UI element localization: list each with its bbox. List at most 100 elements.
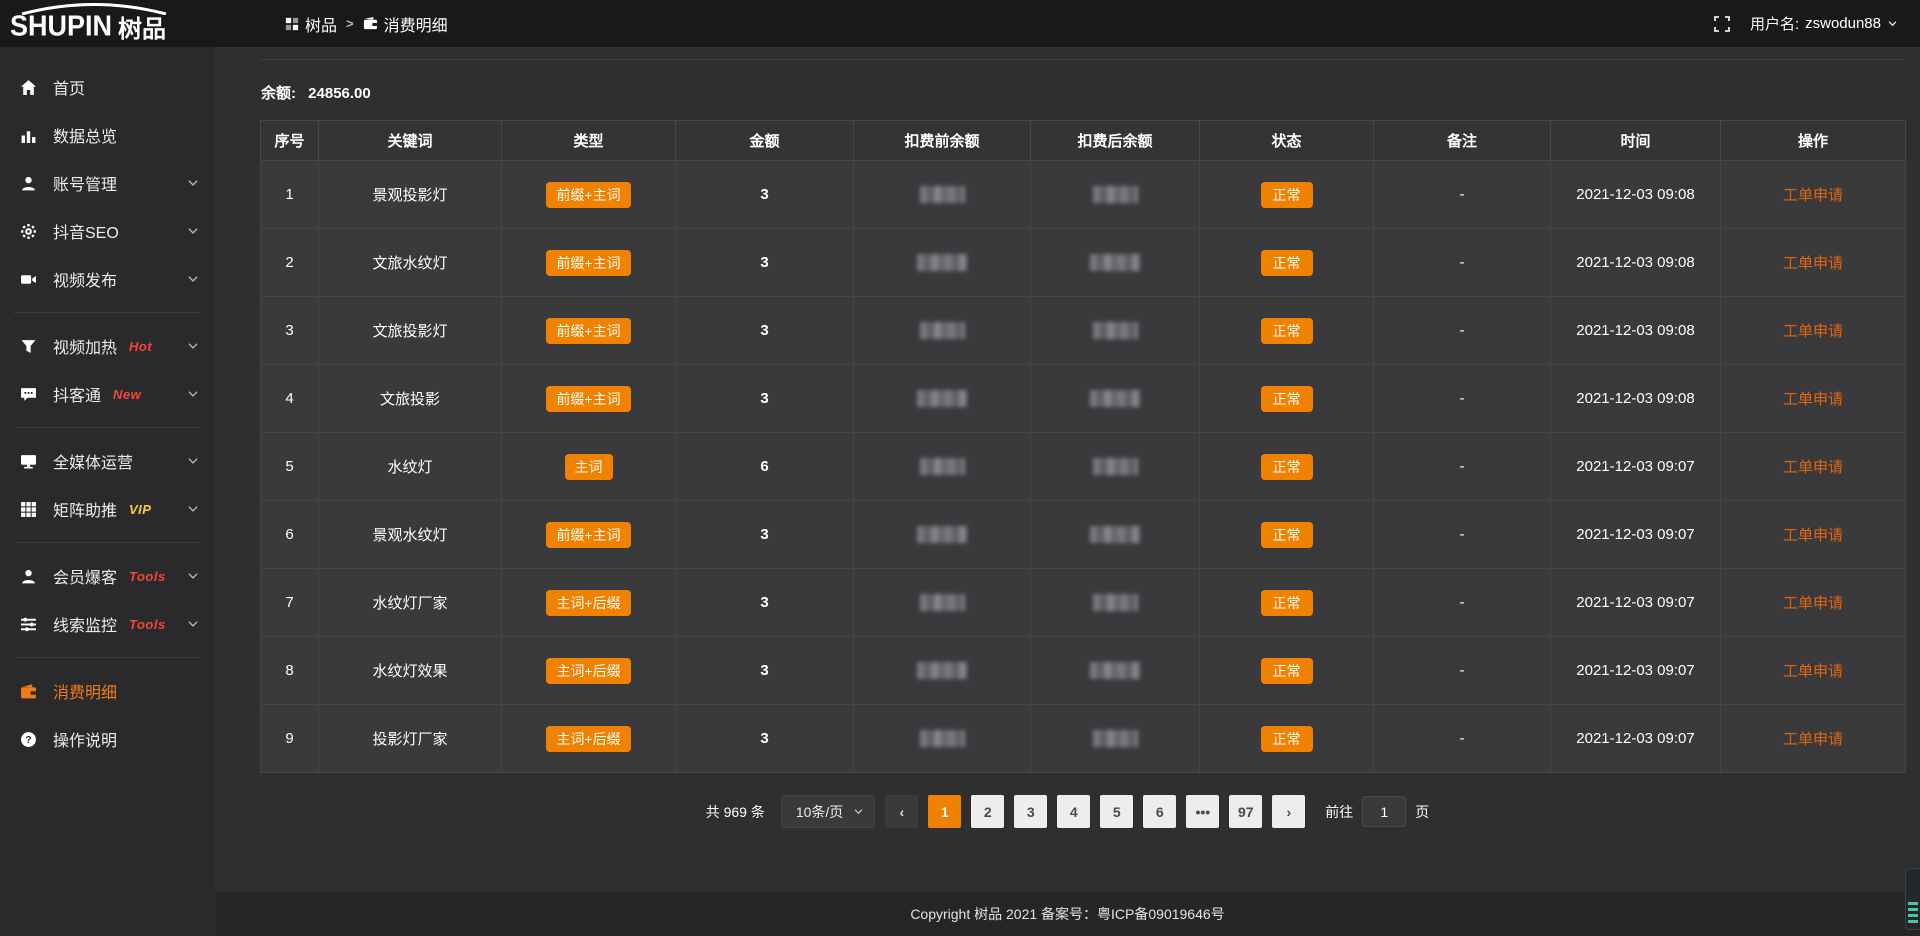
column-header-1: 关键词 — [319, 121, 502, 161]
ticket-apply-link[interactable]: 工单申请 — [1783, 731, 1843, 748]
monitor-icon — [20, 453, 38, 470]
ticket-apply-link[interactable]: 工单申请 — [1783, 527, 1843, 544]
app-grid-icon — [285, 17, 299, 31]
fullscreen-icon[interactable] — [1714, 16, 1730, 32]
ticket-apply-link[interactable]: 工单申请 — [1783, 323, 1843, 340]
sidebar-item-5[interactable]: 视频加热Hot — [0, 322, 215, 370]
svg-text:?: ? — [25, 735, 31, 746]
footer: Copyright 树品 2021 备案号：粤ICP备09019646号 — [215, 892, 1920, 936]
sidebar-item-12[interactable]: ?操作说明 — [0, 715, 215, 763]
sidebar-badge: Tools — [129, 617, 166, 632]
cell-keyword: 水纹灯厂家 — [319, 569, 502, 637]
sidebar-badge: Tools — [129, 569, 166, 584]
cell-type: 主词 — [502, 433, 676, 501]
cell-action: 工单申请 — [1721, 433, 1906, 501]
cell-keyword: 文旅投影灯 — [319, 297, 502, 365]
column-header-4: 扣费前余额 — [854, 121, 1031, 161]
sidebar-item-label: 视频发布 — [53, 267, 117, 291]
breadcrumb-item-home[interactable]: 树品 — [285, 12, 337, 36]
sidebar-item-label: 消费明细 — [53, 679, 117, 703]
status-badge: 正常 — [1261, 182, 1313, 208]
sidebar-item-1[interactable]: 数据总览 — [0, 111, 215, 159]
cell-remark: - — [1374, 365, 1551, 433]
cell-time: 2021-12-03 09:07 — [1551, 705, 1721, 773]
page-button-2[interactable]: 2 — [971, 795, 1004, 828]
sidebar-item-3[interactable]: 抖音SEO — [0, 207, 215, 255]
jump-page-input[interactable] — [1362, 796, 1406, 827]
app-logo: SHUPIN 树品 — [0, 0, 215, 47]
sidebar-item-4[interactable]: 视频发布 — [0, 255, 215, 303]
sidebar-item-8[interactable]: 矩阵助推VIP — [0, 485, 215, 533]
masked-value — [917, 390, 967, 407]
masked-value — [917, 526, 967, 543]
breadcrumb-item-current: 消费明细 — [363, 12, 448, 36]
column-header-3: 金额 — [676, 121, 854, 161]
cell-balance-before — [854, 297, 1031, 365]
cell-balance-after — [1031, 501, 1200, 569]
pagination-jump: 前往 页 — [1325, 796, 1429, 827]
page-button-5[interactable]: 5 — [1100, 795, 1133, 828]
floating-side-widget[interactable] — [1905, 868, 1920, 930]
cell-status: 正常 — [1200, 705, 1374, 773]
page-button-3[interactable]: 3 — [1014, 795, 1047, 828]
ticket-apply-link[interactable]: 工单申请 — [1783, 459, 1843, 476]
masked-value — [920, 186, 965, 203]
sidebar-item-label: 账号管理 — [53, 171, 117, 195]
cell-balance-after — [1031, 569, 1200, 637]
table-row: 1景观投影灯前缀+主词3正常-2021-12-03 09:08工单申请 — [261, 161, 1906, 229]
sidebar-item-11[interactable]: 消费明细 — [0, 667, 215, 715]
menu-divider — [14, 427, 201, 428]
cell-keyword: 景观投影灯 — [319, 161, 502, 229]
consumption-table-wrap: 序号关键词类型金额扣费前余额扣费后余额状态备注时间操作 1景观投影灯前缀+主词3… — [260, 120, 1905, 773]
cell-index: 2 — [261, 229, 319, 297]
page-button-6[interactable]: 6 — [1143, 795, 1176, 828]
user-icon — [20, 175, 38, 192]
cell-balance-before — [854, 229, 1031, 297]
page-button-1[interactable]: 1 — [928, 795, 961, 828]
page-size-select[interactable]: 10条/页 — [781, 795, 875, 828]
status-badge: 正常 — [1261, 522, 1313, 548]
cell-status: 正常 — [1200, 365, 1374, 433]
chevron-down-icon — [1887, 18, 1898, 29]
cell-status: 正常 — [1200, 637, 1374, 705]
bar-chart-icon — [20, 127, 38, 144]
type-badge: 前缀+主词 — [546, 522, 630, 548]
prev-page-button[interactable]: ‹ — [885, 795, 918, 828]
sidebar-item-7[interactable]: 全媒体运营 — [0, 437, 215, 485]
table-row: 2文旅水纹灯前缀+主词3正常-2021-12-03 09:08工单申请 — [261, 229, 1906, 297]
cell-type: 主词+后缀 — [502, 705, 676, 773]
sidebar-item-2[interactable]: 账号管理 — [0, 159, 215, 207]
page-buttons: 123456 ••• 97 — [928, 795, 1262, 828]
cell-action: 工单申请 — [1721, 365, 1906, 433]
type-badge: 主词 — [565, 454, 613, 480]
ticket-apply-link[interactable]: 工单申请 — [1783, 595, 1843, 612]
table-row: 8水纹灯效果主词+后缀3正常-2021-12-03 09:07工单申请 — [261, 637, 1906, 705]
masked-value — [1090, 390, 1140, 407]
cell-time: 2021-12-03 09:08 — [1551, 365, 1721, 433]
page-button-97[interactable]: 97 — [1229, 795, 1262, 828]
cell-action: 工单申请 — [1721, 501, 1906, 569]
ticket-apply-link[interactable]: 工单申请 — [1783, 391, 1843, 408]
status-badge: 正常 — [1261, 386, 1313, 412]
sidebar-item-9[interactable]: 会员爆客Tools — [0, 552, 215, 600]
table-row: 9投影灯厂家主词+后缀3正常-2021-12-03 09:07工单申请 — [261, 705, 1906, 773]
more-pages-button[interactable]: ••• — [1186, 795, 1219, 828]
next-page-button[interactable]: › — [1272, 795, 1305, 828]
ticket-apply-link[interactable]: 工单申请 — [1783, 255, 1843, 272]
masked-value — [920, 730, 965, 747]
column-header-2: 类型 — [502, 121, 676, 161]
cell-balance-before — [854, 161, 1031, 229]
cell-time: 2021-12-03 09:08 — [1551, 297, 1721, 365]
sidebar-item-0[interactable]: 首页 — [0, 63, 215, 111]
sidebar-item-10[interactable]: 线索监控Tools — [0, 600, 215, 648]
ticket-apply-link[interactable]: 工单申请 — [1783, 187, 1843, 204]
cell-keyword: 投影灯厂家 — [319, 705, 502, 773]
chevron-down-icon — [187, 618, 199, 630]
page-button-4[interactable]: 4 — [1057, 795, 1090, 828]
column-header-7: 备注 — [1374, 121, 1551, 161]
user-menu[interactable]: 用户名: zswodun88 — [1750, 13, 1898, 34]
sidebar-item-label: 全媒体运营 — [53, 449, 133, 473]
grid-icon — [20, 501, 38, 518]
ticket-apply-link[interactable]: 工单申请 — [1783, 663, 1843, 680]
sidebar-item-6[interactable]: 抖客通New — [0, 370, 215, 418]
